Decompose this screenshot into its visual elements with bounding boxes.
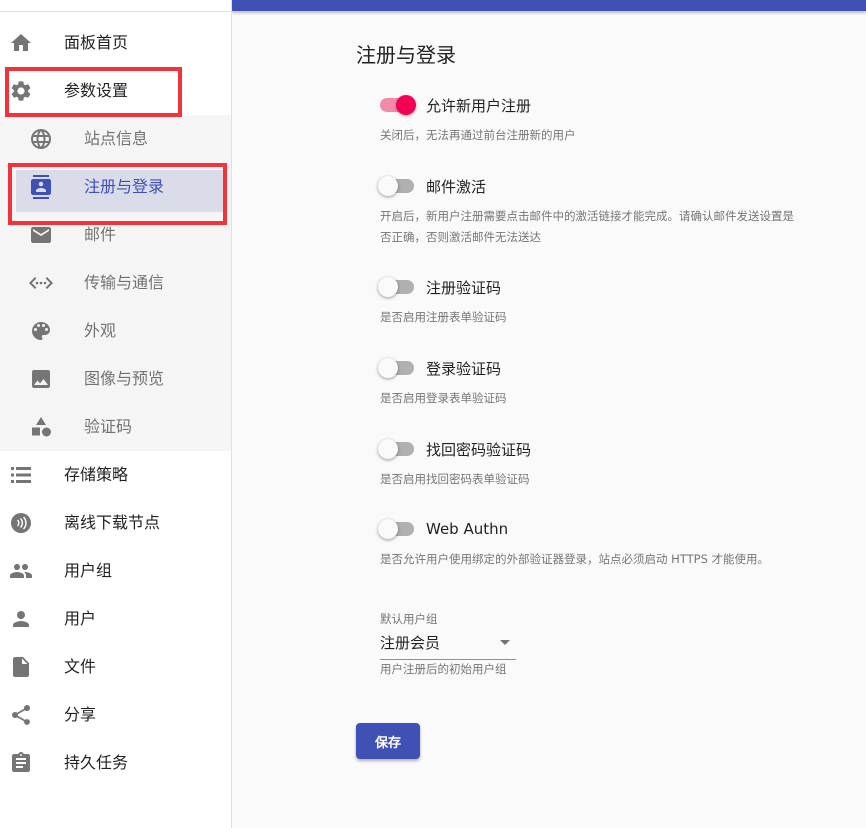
forget-password-captcha-switch[interactable] [378,437,416,461]
file-icon [9,655,33,679]
allow-register-switch[interactable] [380,93,416,117]
sidebar-item-label: 持久任务 [64,753,129,772]
sidebar-nav: 面板首页 参数设置 站点信息 注册与登录 邮件 传输与通信 外观 图像与预览 验… [0,0,232,828]
setting-login-captcha: 登录验证码 是否启用登录表单验证码 [378,354,800,409]
default-group-helper: 用户注册后的初始用户组 [380,662,507,676]
switch-label: Web Authn [426,520,509,538]
sidebar-item-image-preview[interactable]: 图像与预览 [0,355,231,403]
webauthn-switch[interactable] [378,517,416,541]
login-captcha-switch[interactable] [378,356,416,380]
helper-text: 是否允许用户使用绑定的外部验证器登录，站点必须启动 HTTPS 才能使用。 [380,552,770,566]
setting-allow-register: 允许新用户注册 关闭后，无法再通过前台注册新的用户 [380,91,800,146]
group-icon [9,559,33,583]
code-icon [29,271,53,295]
sidebar-item-label: 站点信息 [84,129,149,148]
page-title: 注册与登录 [356,43,456,67]
sidebar-item-label: 注册与登录 [84,177,165,196]
sidebar-item-label: 用户 [64,609,97,628]
sidebar-item-users[interactable]: 用户 [0,595,231,643]
share-icon [9,703,33,727]
sidebar-item-label: 离线下载节点 [64,513,161,532]
task-icon [9,751,33,775]
setting-webauthn: Web Authn 是否允许用户使用绑定的外部验证器登录，站点必须启动 HTTP… [378,515,800,570]
helper-text: 开启后，新用户注册需要点击邮件中的激活链接才能完成。请确认邮件发送设置是否正确，… [380,209,794,244]
sidebar-item-label: 外观 [84,321,117,340]
register-captcha-switch[interactable] [378,275,416,299]
switch-label: 注册验证码 [426,278,502,297]
switch-label: 登录验证码 [426,359,502,378]
sidebar-item-register-login[interactable]: 注册与登录 [0,163,231,211]
setting-forget-captcha: 找回密码验证码 是否启用找回密码表单验证码 [378,435,800,490]
sidebar-item-mail[interactable]: 邮件 [0,211,231,259]
sidebar-item-label: 存储策略 [64,465,129,484]
sidebar-item-shares[interactable]: 分享 [0,691,231,739]
globe-icon [29,127,53,151]
switch-label: 允许新用户注册 [426,96,532,115]
gear-icon [9,79,33,103]
chevron-down-icon [500,640,510,645]
save-button[interactable]: 保存 [356,723,420,759]
sidebar-item-dashboard[interactable]: 面板首页 [0,19,231,67]
palette-icon [29,319,53,343]
sidebar-item-appearance[interactable]: 外观 [0,307,231,355]
default-group-select[interactable]: 注册会员 [380,628,516,660]
switch-label: 邮件激活 [426,177,487,196]
sidebar-item-label: 用户组 [64,561,113,580]
sidebar-item-storage-policy[interactable]: 存储策略 [0,451,231,499]
settings-panel: 注册与登录 允许新用户注册 关闭后，无法再通过前台注册新的用户 邮件激活 开启后… [232,11,866,828]
contact-icon [29,175,53,199]
sidebar-item-label: 分享 [64,705,97,724]
sidebar-item-label: 参数设置 [64,81,129,100]
helper-text: 关闭后，无法再通过前台注册新的用户 [380,128,576,142]
sidebar-item-label: 验证码 [84,417,133,436]
image-icon [29,367,53,391]
helper-text: 是否启用登录表单验证码 [380,391,507,405]
sidebar-item-settings[interactable]: 参数设置 [0,67,231,115]
app-bar [232,0,866,11]
sidebar-item-label: 图像与预览 [84,369,165,388]
sidebar-item-offline-nodes[interactable]: 离线下载节点 [0,499,231,547]
shapes-icon [29,415,53,439]
download-node-icon [9,511,33,535]
sidebar-item-files[interactable]: 文件 [0,643,231,691]
setting-email-activation: 邮件激活 开启后，新用户注册需要点击邮件中的激活链接才能完成。请确认邮件发送设置… [378,172,800,248]
person-icon [9,607,33,631]
home-icon [9,31,33,55]
default-group-label: 默认用户组 [380,612,438,626]
sidebar-item-captcha[interactable]: 验证码 [0,403,231,451]
mail-icon [29,223,53,247]
divider [0,11,231,12]
sidebar-item-user-groups[interactable]: 用户组 [0,547,231,595]
sidebar-item-transport[interactable]: 传输与通信 [0,259,231,307]
setting-register-captcha: 注册验证码 是否启用注册表单验证码 [378,273,800,328]
sidebar-item-label: 传输与通信 [84,273,165,292]
switch-label: 找回密码验证码 [426,440,532,459]
email-activation-switch[interactable] [378,174,416,198]
helper-text: 是否启用找回密码表单验证码 [380,472,530,486]
sidebar-item-label: 文件 [64,657,97,676]
sidebar-item-tasks[interactable]: 持久任务 [0,739,231,787]
helper-text: 是否启用注册表单验证码 [380,310,507,324]
select-value: 注册会员 [380,634,441,652]
sidebar-item-site-info[interactable]: 站点信息 [0,115,231,163]
sidebar-item-label: 邮件 [84,225,117,244]
storage-list-icon [9,463,33,487]
sidebar-item-label: 面板首页 [64,33,129,52]
